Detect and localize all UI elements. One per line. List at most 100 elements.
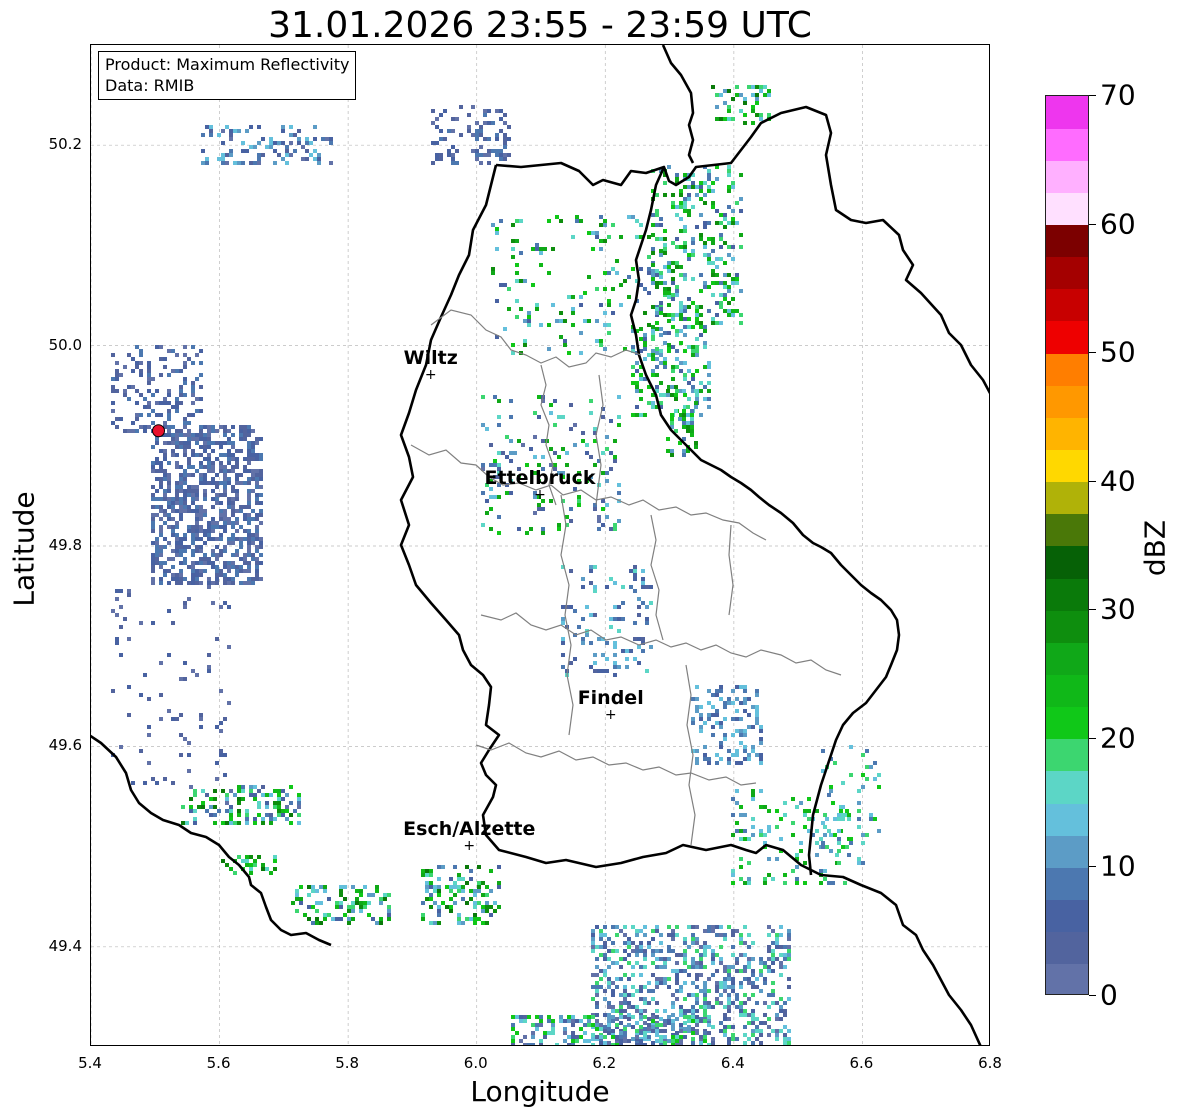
- echo-pixel: [691, 185, 695, 189]
- echo-pixel: [219, 689, 223, 693]
- echo-pixel: [787, 977, 791, 981]
- echo-pixel: [167, 497, 171, 501]
- echo-pixel: [207, 537, 211, 541]
- echo-pixel: [421, 913, 425, 917]
- echo-pixel: [619, 993, 623, 997]
- echo-pixel: [155, 461, 159, 465]
- echo-pixel: [139, 369, 143, 373]
- belgium-border: [91, 734, 332, 947]
- echo-pixel: [647, 235, 651, 239]
- echo-pixel: [589, 399, 593, 403]
- echo-pixel: [187, 525, 191, 529]
- echo-pixel: [695, 993, 699, 997]
- echo-pixel: [497, 423, 501, 427]
- echo-pixel: [171, 717, 175, 721]
- echo-pixel: [695, 337, 699, 341]
- echo-pixel: [599, 303, 603, 307]
- echo-pixel: [671, 269, 675, 273]
- echo-pixel: [127, 589, 131, 593]
- echo-pixel: [231, 469, 235, 473]
- echo-pixel: [151, 421, 155, 425]
- echo-pixel: [591, 1043, 595, 1045]
- echo-pixel: [225, 821, 229, 825]
- echo-pixel: [239, 541, 243, 545]
- echo-pixel: [591, 929, 595, 933]
- echo-pixel: [251, 557, 255, 561]
- echo-pixel: [747, 965, 751, 969]
- echo-pixel: [711, 181, 715, 185]
- echo-pixel: [247, 537, 251, 541]
- echo-pixel: [695, 345, 699, 349]
- echo-pixel: [707, 389, 711, 393]
- echo-pixel: [571, 307, 575, 311]
- map-plot-area[interactable]: [90, 44, 990, 1046]
- echo-pixel: [599, 1023, 603, 1027]
- echo-pixel: [603, 287, 607, 291]
- echo-pixel: [719, 697, 723, 701]
- echo-pixel: [711, 249, 715, 253]
- echo-pixel: [635, 1009, 639, 1013]
- echo-pixel: [605, 641, 609, 645]
- echo-pixel: [561, 665, 565, 669]
- echo-pixel: [623, 989, 627, 993]
- echo-pixel: [191, 553, 195, 557]
- echo-pixel: [731, 277, 735, 281]
- echo-pixel: [715, 321, 719, 325]
- echo-pixel: [315, 901, 319, 905]
- echo-pixel: [351, 909, 355, 913]
- echo-pixel: [425, 889, 429, 893]
- echo-pixel: [743, 953, 747, 957]
- echo-pixel: [421, 873, 425, 877]
- echo-pixel: [699, 973, 703, 977]
- echo-pixel: [739, 969, 743, 973]
- echo-pixel: [231, 457, 235, 461]
- echo-pixel: [285, 153, 289, 157]
- echo-pixel: [683, 201, 687, 205]
- echo-pixel: [735, 969, 739, 973]
- echo-pixel: [223, 481, 227, 485]
- echo-pixel: [671, 281, 675, 285]
- echo-pixel: [235, 497, 239, 501]
- echo-pixel: [167, 485, 171, 489]
- echo-pixel: [659, 1017, 663, 1021]
- echo-pixel: [219, 569, 223, 573]
- echo-pixel: [615, 271, 619, 275]
- echo-pixel: [455, 117, 459, 121]
- echo-pixel: [281, 129, 285, 133]
- echo-pixel: [425, 885, 429, 889]
- echo-pixel: [670, 413, 674, 417]
- echo-pixel: [243, 537, 247, 541]
- echo-pixel: [111, 389, 115, 393]
- echo-pixel: [471, 133, 475, 137]
- echo-pixel: [707, 977, 711, 981]
- echo-pixel: [695, 313, 699, 317]
- echo-pixel: [711, 317, 715, 321]
- echo-pixel: [707, 169, 711, 173]
- echo-pixel: [731, 945, 735, 949]
- echo-pixel: [627, 295, 631, 299]
- echo-pixel: [451, 145, 455, 149]
- echo-pixel: [707, 1005, 711, 1009]
- echo-pixel: [675, 981, 679, 985]
- echo-pixel: [247, 497, 251, 501]
- echo-pixel: [667, 347, 671, 351]
- echo-pixel: [635, 933, 639, 937]
- echo-pixel: [211, 537, 215, 541]
- echo-pixel: [735, 729, 739, 733]
- echo-pixel: [281, 157, 285, 161]
- echo-pixel: [221, 161, 225, 165]
- echo-pixel: [711, 281, 715, 285]
- echo-pixel: [695, 353, 699, 357]
- echo-pixel: [723, 101, 727, 105]
- echo-pixel: [607, 1013, 611, 1017]
- echo-pixel: [127, 397, 131, 401]
- echo-pixel: [111, 421, 115, 425]
- echo-pixel: [599, 937, 603, 941]
- echo-pixel: [223, 549, 227, 553]
- echo-pixel: [715, 265, 719, 269]
- echo-pixel: [719, 957, 723, 961]
- echo-pixel: [727, 117, 731, 121]
- echo-pixel: [655, 985, 659, 989]
- x-axis-label: Longitude: [470, 1075, 610, 1108]
- echo-pixel: [437, 893, 441, 897]
